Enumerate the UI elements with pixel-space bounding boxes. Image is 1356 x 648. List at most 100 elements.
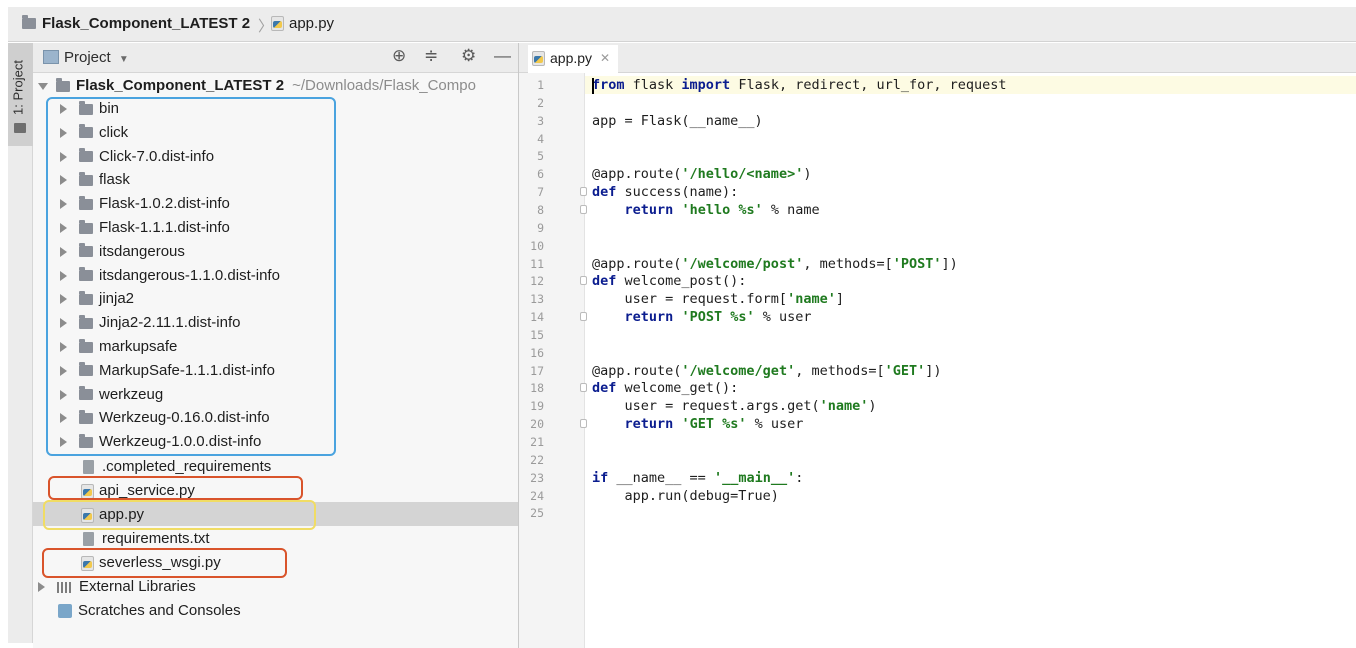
navigation-bar: Flask_Component_LATEST 2 〉 app.py [8,7,1356,42]
fold-marker-icon[interactable] [580,419,587,429]
code-token: % user [746,416,804,433]
code-token: 'POST' [892,255,942,272]
tree-scratches[interactable]: Scratches and Consoles [58,599,241,623]
code-token: ]) [925,362,942,379]
code-line: def success(name): [592,183,738,201]
code-line: if __name__ == '__main__': [592,469,803,487]
fold-marker-icon[interactable] [580,276,587,286]
project-tool-icon [14,123,26,133]
breadcrumb-project[interactable]: Flask_Component_LATEST 2 [22,15,250,32]
root-folder-name: Flask_Component_LATEST 2 [76,77,285,94]
fold-marker-icon[interactable] [580,187,587,197]
code-token: '/hello/<name>' [681,166,804,183]
project-view-icon [43,50,59,64]
close-icon[interactable]: ✕ [600,51,610,65]
chevron-down-icon: ▼ [118,54,129,65]
code-token: ] [835,291,844,308]
line-number: 16 [530,345,544,360]
code-token: , methods=[ [803,255,893,272]
code-token: '/welcome/get' [681,362,796,379]
line-number: 21 [530,435,544,449]
line-number: 11 [530,256,544,271]
collapse-all-icon[interactable]: ≑ [424,46,438,66]
code-token: success(name): [616,184,739,201]
line-number: 10 [530,238,544,253]
code-token: welcome_get(): [616,380,739,397]
code-line: return 'GET %s' % user [592,415,804,433]
breadcrumb-file-label: app.py [289,15,335,32]
code-line: @app.route('/hello/<name>') [592,165,811,183]
tab-label: app.py [550,50,593,66]
code-line: @app.route('/welcome/post', methods=['PO… [592,255,958,273]
code-token: welcome_post(): [616,273,747,290]
code-line: def welcome_get(): [592,379,738,397]
tree-root[interactable]: Flask_Component_LATEST 2 ~/Downloads/Fla… [38,74,476,98]
code-line: def welcome_post(): [592,272,746,290]
code-token: user = request.args.get( [592,398,820,415]
scratches-label: Scratches and Consoles [78,602,241,619]
code-token: '/welcome/post' [681,255,804,272]
project-view-label: Project [64,49,111,66]
hide-panel-icon[interactable]: — [494,46,511,66]
line-number: 20 [530,417,544,432]
code-line: app = Flask(__name__) [592,112,763,130]
locate-file-icon[interactable]: ⊕ [392,46,406,66]
tab-app-py[interactable]: app.py ✕ [528,45,619,73]
folder-icon [22,15,36,29]
scratches-icon [58,604,72,618]
code-token: 'hello %s' [681,201,763,218]
library-icon [57,581,71,593]
code-token: user = request.form[ [592,291,788,308]
code-token: app.run(debug=True) [592,487,779,504]
line-number: 2 [537,95,544,110]
code-token: ) [868,398,877,415]
code-token: def [592,380,617,397]
line-number: 7 [537,185,544,200]
code-token: 'GET' [884,362,926,379]
editor-tab-bar [519,43,1356,73]
code-token: def [592,273,617,290]
root-folder-path: ~/Downloads/Flask_Compo [292,77,476,94]
line-number: 24 [530,488,544,503]
breadcrumb-file[interactable]: app.py [271,15,334,32]
code-token: 'name' [819,398,869,415]
line-number: 18 [530,381,544,396]
code-line: return 'POST %s' % user [592,308,812,326]
fold-marker-icon[interactable] [580,204,587,214]
tree-external-libraries[interactable]: External Libraries [38,575,196,599]
python-file-icon [271,16,284,31]
line-number: 1 [537,78,544,92]
code-token: % user [754,309,812,326]
text-caret [592,78,594,94]
line-number: 14 [530,310,544,325]
code-line: app.run(debug=True) [592,487,779,505]
line-number: 17 [530,363,544,378]
fold-marker-icon[interactable] [580,312,587,322]
code-token: from [592,77,625,93]
code-line: return 'hello %s' % name [592,201,820,219]
line-number: 13 [530,292,544,307]
line-number: 19 [530,399,544,414]
code-token: flask [624,77,682,93]
code-token: return [624,201,674,218]
fold-marker-icon[interactable] [580,383,587,393]
code-token: return [624,416,674,433]
code-token: __name__ == [608,469,714,486]
project-view-selector[interactable]: Project ▼ [64,49,129,66]
code-token: if [592,469,609,486]
code-line: from flask import Flask, redirect, url_f… [592,76,1007,94]
code-token: def [592,184,617,201]
gear-icon[interactable]: ⚙ [461,46,476,66]
code-token: '__main__' [713,469,796,486]
serverless-highlight-box [42,548,287,578]
api-service-highlight-box [48,476,303,500]
text-file-icon [83,460,94,474]
line-number: 4 [537,131,544,146]
code-token: % name [762,201,820,218]
breadcrumb-project-label: Flask_Component_LATEST 2 [42,15,251,32]
code-token: @app.route( [592,166,682,183]
expand-arrow-icon [38,82,48,90]
code-token: , methods=[ [795,362,885,379]
line-number: 25 [530,506,544,521]
